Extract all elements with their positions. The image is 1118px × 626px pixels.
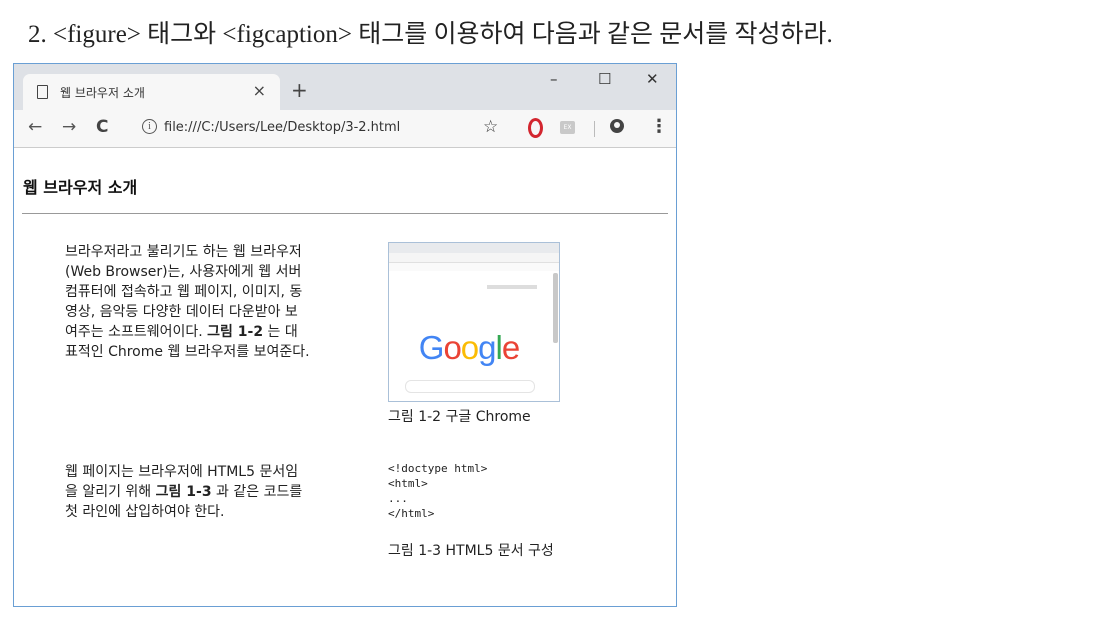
extension-icon[interactable]: EX	[560, 121, 575, 134]
question-text: 2. <figure> 태그와 <figcaption> 태그를 이용하여 다음…	[28, 21, 833, 48]
google-logo-letter: G	[418, 329, 445, 366]
address-bar[interactable]: i file:///C:/Users/Lee/Desktop/3-2.html	[134, 115, 514, 141]
figure-reference: 그림 1-3	[155, 484, 212, 500]
url-text[interactable]: file:///C:/Users/Lee/Desktop/3-2.html	[164, 120, 400, 135]
mini-scrollbar	[553, 273, 558, 343]
close-window-button[interactable]: ✕	[646, 70, 659, 88]
document-icon	[37, 85, 48, 99]
paragraph-html5: 웹 페이지는 브라우저에 HTML5 문서임을 알리기 위해 그림 1-3 과 …	[65, 462, 310, 522]
toolbar-divider	[594, 121, 595, 137]
mini-tab-bar	[389, 243, 559, 253]
opera-extension-icon[interactable]	[528, 118, 543, 138]
page-heading: 웹 브라우저 소개	[23, 178, 138, 197]
browser-tab[interactable]: 웹 브라우저 소개 ×	[23, 74, 280, 110]
google-logo-letter: e	[501, 329, 520, 366]
horizontal-rule	[22, 213, 668, 214]
paragraph-intro: 브라우저라고 불리기도 하는 웹 브라우저(Web Browser)는, 사용자…	[65, 242, 310, 362]
figure-reference: 그림 1-2	[207, 324, 264, 340]
figure-caption-chrome: 그림 1-2 구글 Chrome	[388, 409, 531, 425]
back-arrow-icon[interactable]: ←	[28, 117, 42, 137]
mini-bookmark-bar	[389, 263, 559, 271]
google-logo-letter: o	[460, 329, 479, 366]
chrome-screenshot-figure: Google	[388, 242, 560, 402]
menu-icon[interactable]: ⋮	[650, 116, 668, 137]
browser-toolbar: ← → C i file:///C:/Users/Lee/Desktop/3-2…	[14, 110, 676, 148]
mini-search-box	[405, 380, 535, 393]
google-logo: Google	[389, 329, 549, 367]
figure-caption-html5: 그림 1-3 HTML5 문서 구성	[388, 543, 554, 559]
code-sample: <!doctype html> <html> ... </html>	[388, 462, 488, 520]
minimize-button[interactable]: –	[550, 70, 558, 88]
new-tab-button[interactable]: +	[291, 78, 308, 102]
reload-icon[interactable]: C	[96, 117, 108, 137]
mini-header-links	[487, 285, 537, 289]
info-icon[interactable]: i	[142, 119, 157, 134]
tab-close-icon[interactable]: ×	[253, 81, 266, 100]
google-logo-letter: o	[443, 329, 461, 366]
maximize-button[interactable]: ☐	[598, 70, 611, 88]
mini-address-bar	[389, 253, 559, 263]
tab-bar: 웹 브라우저 소개 × + – ☐ ✕	[14, 64, 676, 110]
tab-title: 웹 브라우저 소개	[60, 86, 145, 100]
account-icon[interactable]	[610, 119, 624, 133]
forward-arrow-icon[interactable]: →	[62, 117, 76, 137]
google-logo-letter: g	[478, 329, 496, 366]
star-icon[interactable]: ☆	[483, 117, 498, 137]
browser-window: 웹 브라우저 소개 × + – ☐ ✕ ← → C i file:///C:/U…	[13, 63, 677, 607]
